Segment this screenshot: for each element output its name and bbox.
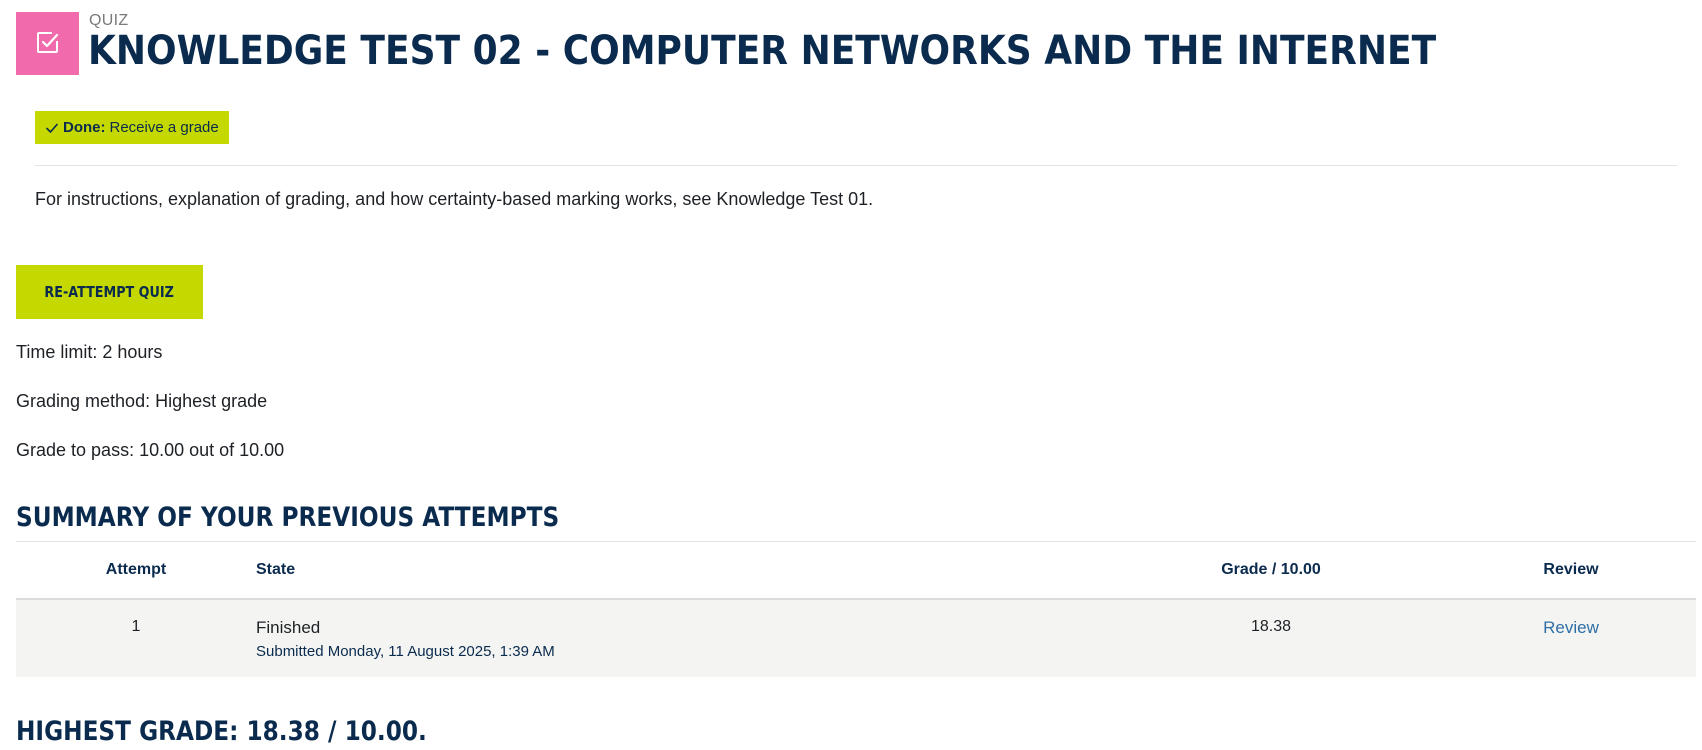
- check-icon: [46, 123, 58, 133]
- reattempt-quiz-button[interactable]: RE-ATTEMPT QUIZ: [16, 265, 203, 319]
- attempt-submitted-time: Submitted Monday, 11 August 2025, 1:39 A…: [256, 642, 555, 660]
- attempt-state-label: Finished: [256, 617, 321, 637]
- attempt-review-cell: Review: [1446, 599, 1696, 677]
- column-header-attempt: Attempt: [105, 560, 167, 578]
- attempt-grade: 18.38: [1250, 617, 1292, 635]
- attempt-number: 1: [131, 617, 141, 635]
- review-link[interactable]: Review: [1543, 618, 1599, 637]
- column-header-review: Review: [1543, 560, 1599, 578]
- table-row: 1 Finished Submitted Monday, 11 August 2…: [16, 598, 1696, 677]
- quiz-checkbox-icon: [16, 12, 79, 75]
- completion-requirement: Receive a grade: [109, 119, 219, 136]
- table-header-row: Attempt State Grade / 10.00 Review: [16, 541, 1696, 599]
- completion-status-badge: Done: Receive a grade: [35, 111, 229, 144]
- attempt-state: Finished Submitted Monday, 11 August 202…: [256, 599, 1096, 677]
- completion-status-label: Done:: [63, 119, 106, 136]
- highest-grade-heading: HIGHEST GRADE: 18.38 / 10.00.: [16, 716, 427, 747]
- column-header-grade: Grade / 10.00: [1221, 560, 1321, 578]
- quiz-intro-text: For instructions, explanation of grading…: [35, 189, 874, 209]
- grading-method-info: Grading method: Highest grade: [16, 391, 268, 411]
- summary-heading: SUMMARY OF YOUR PREVIOUS ATTEMPTS: [16, 502, 560, 533]
- page-header: QUIZ KNOWLEDGE TEST 02 - COMPUTER NETWOR…: [16, 12, 1696, 76]
- time-limit-info: Time limit: 2 hours: [16, 342, 163, 362]
- page-title: KNOWLEDGE TEST 02 - COMPUTER NETWORKS AN…: [88, 28, 1437, 74]
- column-header-state: State: [256, 560, 296, 578]
- grade-to-pass-info: Grade to pass: 10.00 out of 10.00: [16, 440, 285, 460]
- divider: [35, 165, 1677, 166]
- attempts-table: Attempt State Grade / 10.00 Review 1 Fin…: [16, 541, 1696, 677]
- reattempt-quiz-button-label: RE-ATTEMPT QUIZ: [44, 283, 175, 301]
